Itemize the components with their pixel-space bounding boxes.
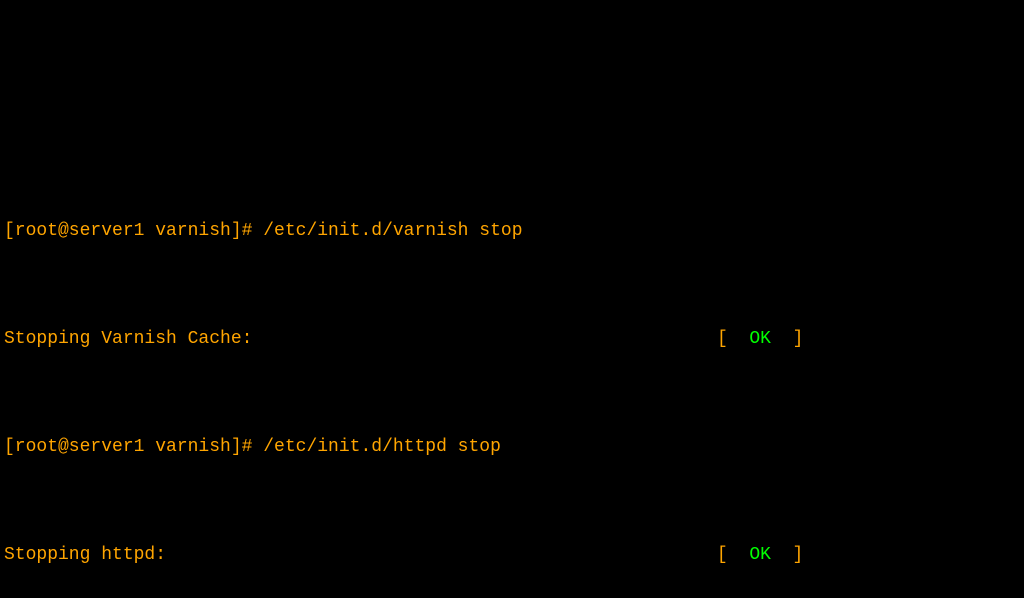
service-msg: Stopping httpd: bbox=[4, 545, 166, 565]
command: /etc/init.d/varnish stop bbox=[263, 221, 522, 241]
bracket-icon: [ bbox=[717, 545, 728, 565]
terminal-window[interactable]: [root@server1 varnish]# /etc/init.d/varn… bbox=[0, 135, 1024, 598]
status-ok: OK bbox=[728, 545, 793, 565]
bracket-icon: ] bbox=[793, 545, 804, 565]
service-msg: Stopping Varnish Cache: bbox=[4, 329, 252, 349]
terminal-line: [root@server1 varnish]# /etc/init.d/varn… bbox=[4, 218, 1020, 245]
command: /etc/init.d/httpd stop bbox=[263, 437, 501, 457]
bracket-icon: [ bbox=[717, 329, 728, 349]
terminal-line: Stopping Varnish Cache: [ OK ] bbox=[4, 326, 1020, 353]
terminal-line: Stopping httpd: [ OK ] bbox=[4, 542, 1020, 569]
spacer bbox=[252, 329, 716, 349]
terminal-line: [root@server1 varnish]# /etc/init.d/http… bbox=[4, 434, 1020, 461]
bracket-icon: ] bbox=[793, 329, 804, 349]
prompt: [root@server1 varnish]# bbox=[4, 221, 263, 241]
status-ok: OK bbox=[728, 329, 793, 349]
prompt: [root@server1 varnish]# bbox=[4, 437, 263, 457]
spacer bbox=[166, 545, 717, 565]
